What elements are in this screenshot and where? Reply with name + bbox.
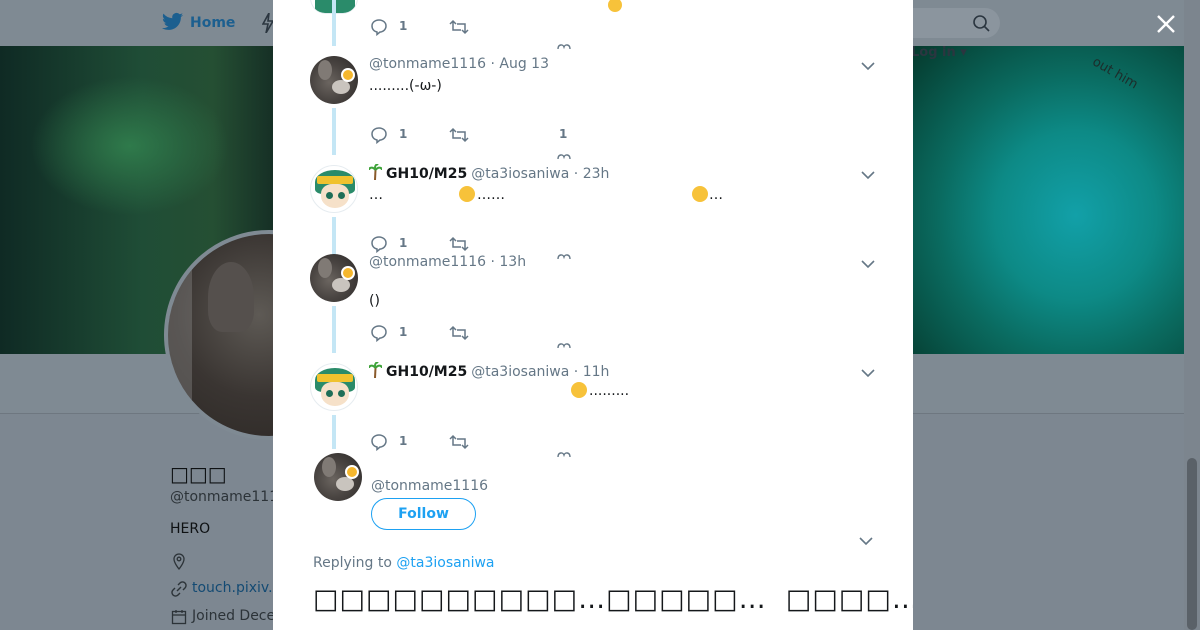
tweet-time[interactable]: 13h (499, 254, 526, 270)
thread-tweet-partial[interactable]: 1 (273, 0, 913, 36)
thread-connector (332, 0, 336, 46)
retweet-icon[interactable] (449, 433, 469, 451)
tweet-author-name[interactable]: GH10/M25 (386, 166, 467, 182)
tweet-time[interactable]: 23h (583, 166, 610, 182)
tweet-handle[interactable]: @tonmame1116 (369, 56, 486, 72)
banner-right-glow (913, 46, 1184, 354)
chevron-down-icon[interactable] (861, 61, 875, 71)
chevron-down-icon[interactable] (861, 259, 875, 269)
tweet-header: GH10/M25 @ta3iosaniwa · 23h (369, 164, 609, 184)
tears-of-joy-emoji (571, 382, 587, 398)
thread-tweet[interactable]: @tonmame1116 · Aug 13 .........(-ω-) 1 1 (273, 55, 913, 165)
thread-connector (332, 415, 336, 449)
retweet-icon[interactable] (449, 235, 469, 253)
palm-tree-icon (369, 164, 382, 180)
profile-handle: @tonmame111 (170, 489, 279, 505)
heart-icon[interactable] (557, 153, 571, 159)
profile-joined-date: Joined Dece (192, 608, 276, 624)
thread-connector (332, 108, 336, 155)
like-count: 1 (559, 127, 568, 141)
reply-icon[interactable] (370, 433, 388, 451)
tweet-text: ......... (589, 383, 630, 399)
profile-bio: HERO (170, 521, 211, 537)
reply-icon[interactable] (370, 126, 388, 144)
reply-icon[interactable] (370, 18, 388, 36)
replying-to-line: Replying to @ta3iosaniwa (313, 555, 495, 571)
profile-website-link[interactable]: touch.pixiv. (192, 580, 273, 596)
tweet-handle[interactable]: @ta3iosaniwa (471, 166, 569, 182)
main-tweet-handle[interactable]: @tonmame1116 (371, 478, 488, 494)
link-icon (171, 581, 187, 597)
retweet-icon[interactable] (449, 324, 469, 342)
reply-count: 1 (399, 325, 408, 339)
chevron-down-icon[interactable] (859, 536, 873, 546)
thread-tweet[interactable]: GH10/M25 @ta3iosaniwa · 11h ......... 1 (273, 362, 913, 472)
heart-icon[interactable] (557, 451, 571, 457)
avatar-cage-bar (168, 234, 192, 436)
heart-icon[interactable] (557, 43, 571, 49)
location-icon (173, 553, 185, 570)
tweet-time[interactable]: 11h (583, 364, 610, 380)
smiling-face-emoji (459, 186, 475, 202)
gh10-avatar[interactable] (310, 363, 358, 411)
thread-tweet[interactable]: @tonmame1116 · 13h () 1 (273, 253, 913, 363)
tweet-header: GH10/M25 @ta3iosaniwa · 11h (369, 362, 609, 382)
main-tweet-avatar[interactable] (314, 453, 362, 501)
tweet-modal: 1 @tonmame1116 · Aug 13 .........(-ω-) 1… (273, 0, 913, 630)
chevron-down-icon[interactable] (861, 368, 875, 378)
login-link[interactable]: Log in ▾ (911, 45, 967, 60)
twitter-bird-icon[interactable] (162, 12, 184, 32)
avatar-ear (208, 262, 254, 332)
palm-tree-icon (369, 362, 382, 378)
tweet-text-end: … (709, 187, 723, 203)
emoji-face (608, 0, 622, 12)
reply-icon[interactable] (370, 324, 388, 342)
calendar-icon (171, 610, 187, 625)
tonmame-avatar[interactable] (310, 56, 358, 104)
tweet-text-continued: …… (477, 187, 505, 203)
winking-face-emoji (692, 186, 708, 202)
close-icon[interactable] (1152, 10, 1180, 38)
tweet-text: () (369, 293, 380, 309)
reply-count: 1 (399, 434, 408, 448)
banner-left-glow (30, 76, 230, 216)
thread-connector (332, 306, 336, 353)
scrollbar-thumb[interactable] (1187, 458, 1197, 630)
heart-icon[interactable] (557, 342, 571, 348)
reply-icon[interactable] (370, 235, 388, 253)
main-tweet-text: □□□□□□□□□□…□□□□□… □□□□… □□□□□□□□□□□□□□□□… (313, 584, 913, 615)
reply-count: 1 (399, 236, 408, 250)
replying-to-handle-link[interactable]: @ta3iosaniwa (396, 555, 494, 571)
profile-name: □□□ (170, 462, 227, 486)
tonmame-avatar[interactable] (310, 254, 358, 302)
search-icon[interactable] (972, 14, 990, 32)
retweet-icon[interactable] (449, 126, 469, 144)
reply-count: 1 (399, 127, 408, 141)
tweet-handle[interactable]: @ta3iosaniwa (471, 364, 569, 380)
tweet-handle[interactable]: @tonmame1116 (369, 254, 486, 270)
gh10-avatar[interactable] (310, 165, 358, 213)
chevron-down-icon[interactable] (861, 170, 875, 180)
retweet-icon[interactable] (449, 18, 469, 36)
tweet-time[interactable]: Aug 13 (499, 56, 549, 72)
tweet-author-name[interactable]: GH10/M25 (386, 364, 467, 380)
tweet-text: .........(-ω-) (369, 78, 442, 94)
tweet-header: @tonmame1116 · 13h (369, 254, 527, 270)
reply-count: 1 (399, 19, 408, 33)
follow-button[interactable]: Follow (371, 498, 476, 530)
home-nav-link[interactable]: Home (190, 15, 235, 31)
tweet-text: … (369, 187, 383, 203)
tweet-header: @tonmame1116 · Aug 13 (369, 56, 549, 72)
